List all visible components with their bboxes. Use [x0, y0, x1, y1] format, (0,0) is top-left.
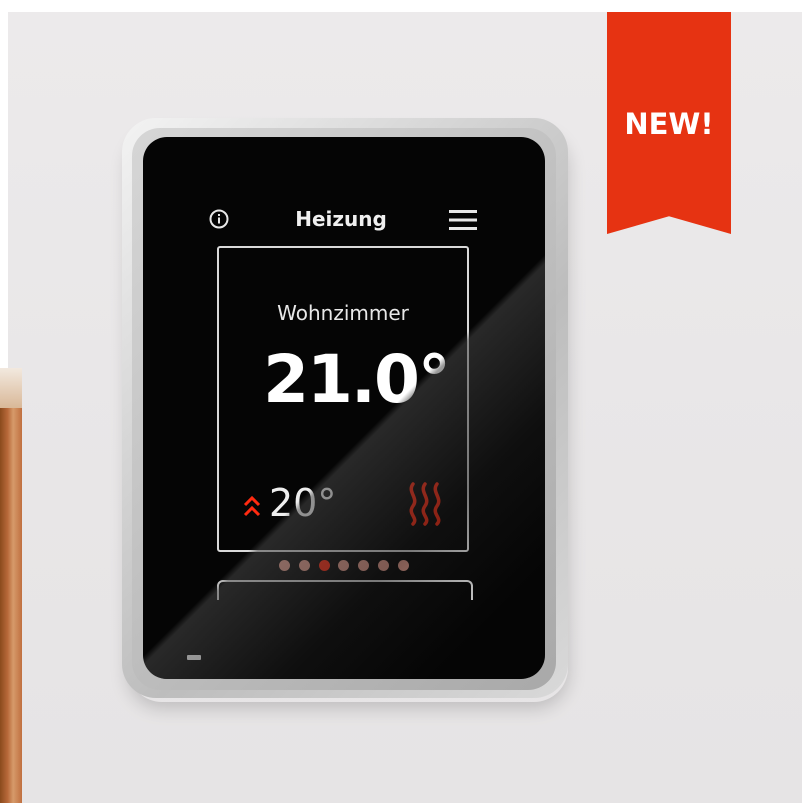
- double-chevron-up-icon: [243, 495, 261, 517]
- new-badge-label: NEW!: [624, 107, 714, 141]
- thermostat-screen: Heizung Wohnzimmer 21.0° 20°: [143, 137, 545, 679]
- page-dot[interactable]: [378, 560, 390, 571]
- room-name: Wohnzimmer: [277, 301, 409, 325]
- page-indicator: [279, 560, 409, 574]
- product-scene: NEW! Heizung Wohnzimmer 21.0° 20°: [0, 0, 802, 803]
- info-icon[interactable]: [209, 209, 229, 229]
- status-led: [187, 655, 201, 660]
- menu-icon[interactable]: [449, 209, 477, 231]
- page-dot[interactable]: [397, 560, 409, 571]
- page-dot-active[interactable]: [318, 560, 330, 571]
- wooden-object-highlight: [0, 368, 22, 408]
- wooden-object: [0, 368, 22, 803]
- page-dot[interactable]: [298, 560, 310, 571]
- page-dot[interactable]: [338, 560, 350, 571]
- next-card-peek[interactable]: [217, 580, 473, 600]
- current-temperature: 21.0°: [263, 341, 451, 418]
- room-card[interactable]: Wohnzimmer 21.0° 20°: [217, 246, 469, 552]
- screen-title: Heizung: [295, 207, 387, 231]
- page-dot[interactable]: [358, 560, 370, 571]
- new-badge-ribbon: NEW!: [607, 12, 731, 234]
- page-dot[interactable]: [279, 560, 290, 571]
- heating-waves-icon: [409, 482, 441, 526]
- setpoint-temperature[interactable]: 20°: [269, 481, 336, 525]
